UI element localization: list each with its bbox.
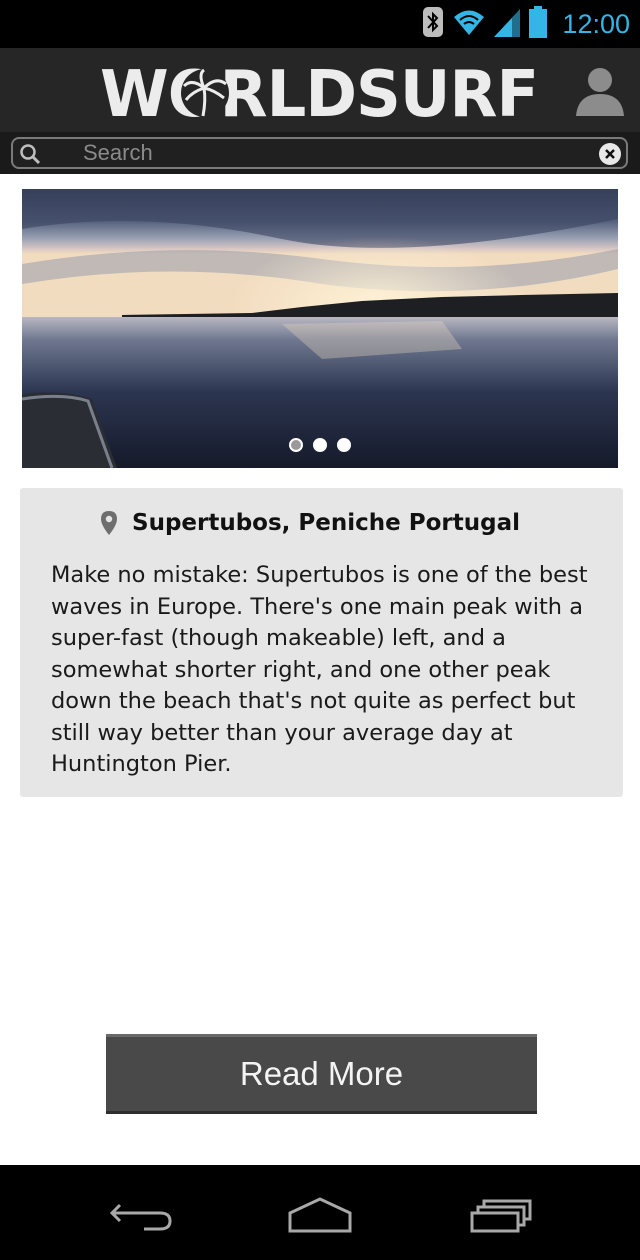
user-icon xyxy=(576,68,624,116)
app-header: WORLDSURF xyxy=(0,48,640,132)
palm-tree-icon xyxy=(181,68,229,117)
status-icons: 12:00 xyxy=(422,6,630,42)
read-more-button[interactable]: Read More xyxy=(106,1034,537,1114)
recent-apps-button[interactable] xyxy=(466,1193,538,1237)
bluetooth-icon xyxy=(422,6,444,42)
sunset-lagoon-photo xyxy=(22,189,618,468)
home-icon xyxy=(288,1197,352,1233)
search-bar xyxy=(0,132,640,174)
signal-icon xyxy=(494,7,521,41)
home-button[interactable] xyxy=(284,1193,356,1237)
spot-description: Make no mistake: Supertubos is one of th… xyxy=(51,562,588,777)
back-icon xyxy=(109,1203,172,1231)
carousel-pagination xyxy=(22,438,618,452)
carousel-dot-2[interactable] xyxy=(313,438,327,452)
clear-icon xyxy=(599,143,621,165)
recent-apps-icon xyxy=(470,1199,532,1233)
wifi-icon xyxy=(452,7,486,41)
spot-title: Supertubos, Peniche Portugal xyxy=(132,510,520,536)
search-field xyxy=(11,137,628,169)
carousel-dot-1[interactable] xyxy=(289,438,303,452)
logo-text: WORLDSURF xyxy=(100,58,538,124)
spot-info-card: Supertubos, Peniche Portugal Make no mis… xyxy=(20,488,623,797)
carousel-dot-3[interactable] xyxy=(337,438,351,452)
clear-search-button[interactable] xyxy=(598,142,622,166)
profile-button[interactable] xyxy=(572,62,628,118)
search-icon xyxy=(20,144,41,165)
map-pin-icon xyxy=(101,511,117,535)
navigation-bar xyxy=(0,1165,640,1260)
status-bar: 12:00 xyxy=(0,0,640,48)
back-button[interactable] xyxy=(106,1193,178,1237)
worldsurf-logo: WORLDSURF xyxy=(100,58,539,124)
location-row: Supertubos, Peniche Portugal xyxy=(100,508,520,538)
status-time: 12:00 xyxy=(562,8,630,39)
image-carousel[interactable] xyxy=(22,189,618,468)
battery-icon xyxy=(528,6,548,42)
search-input[interactable] xyxy=(81,139,591,167)
